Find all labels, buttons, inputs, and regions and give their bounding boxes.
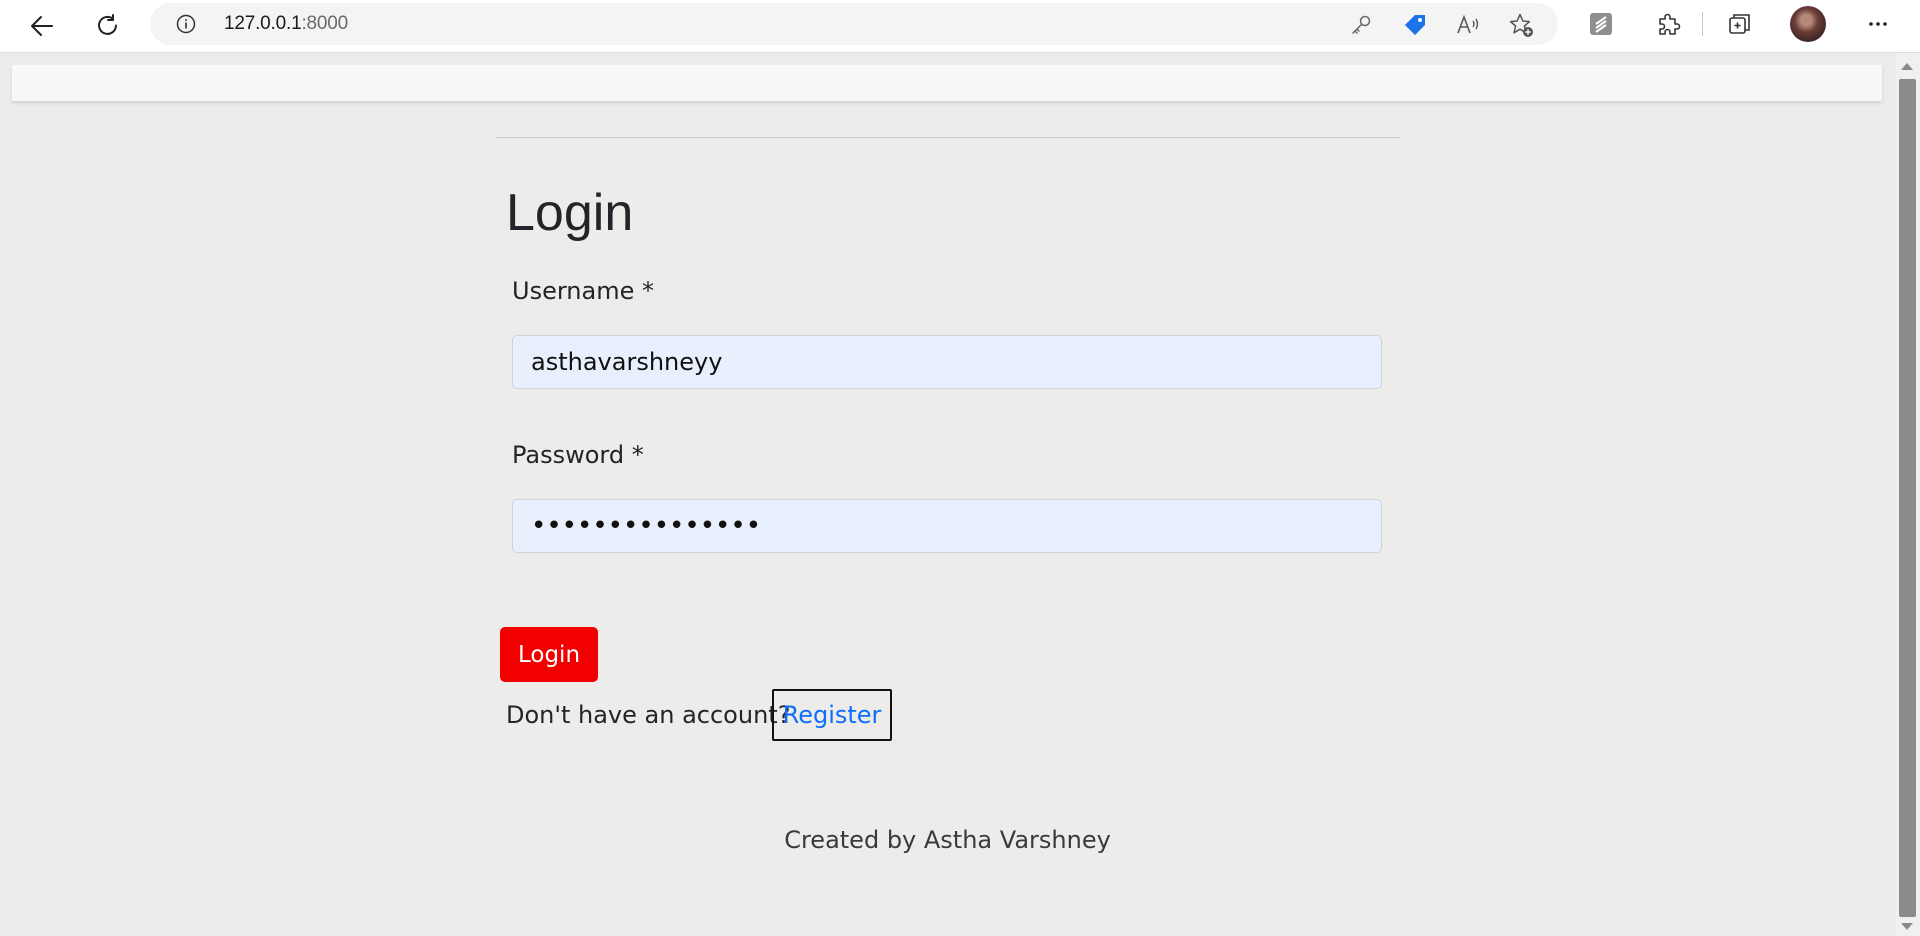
password-mask: ••••••••••••••• (531, 511, 762, 541)
vertical-scrollbar[interactable] (1895, 53, 1920, 936)
url-host: 127.0.0.1 (224, 13, 302, 34)
add-favorite-icon[interactable] (1508, 12, 1534, 38)
scroll-down-arrow-icon[interactable] (1901, 923, 1913, 930)
price-tag-icon[interactable] (1402, 12, 1428, 38)
collections-icon[interactable] (1725, 9, 1755, 39)
page-title: Login (506, 184, 634, 242)
login-button[interactable]: Login (500, 627, 598, 682)
browser-toolbar: 127.0.0.1:8000 (0, 0, 1920, 53)
password-label: Password * (512, 441, 644, 469)
back-button[interactable] (22, 6, 62, 46)
scroll-thumb[interactable] (1899, 79, 1916, 917)
url-text[interactable]: 127.0.0.1:8000 (224, 13, 348, 35)
username-label: Username * (512, 277, 654, 305)
register-link[interactable]: Register (772, 689, 892, 741)
scroll-up-arrow-icon[interactable] (1901, 63, 1913, 70)
url-port: :8000 (301, 13, 348, 34)
more-dots-icon[interactable] (1863, 9, 1893, 39)
username-field[interactable] (512, 335, 1382, 389)
footer-credit: Created by Astha Varshney (784, 826, 1111, 854)
info-icon[interactable] (176, 14, 196, 34)
extension-app-icon[interactable] (1586, 9, 1616, 39)
top-navbar (12, 65, 1882, 101)
toolbar-divider (1702, 12, 1703, 36)
address-bar[interactable]: 127.0.0.1:8000 (150, 3, 1558, 45)
divider-line (495, 137, 1401, 138)
password-field[interactable]: ••••••••••••••• (512, 499, 1382, 553)
no-account-text: Don't have an account? (506, 701, 791, 729)
read-aloud-icon[interactable] (1455, 12, 1481, 38)
page-viewport: Login Username * Password * ••••••••••••… (0, 53, 1895, 936)
key-icon[interactable] (1348, 12, 1374, 38)
refresh-icon (98, 14, 117, 35)
back-arrow-icon (31, 16, 53, 36)
refresh-button[interactable] (88, 6, 128, 46)
puzzle-icon[interactable] (1653, 9, 1683, 39)
profile-avatar[interactable] (1790, 6, 1826, 42)
